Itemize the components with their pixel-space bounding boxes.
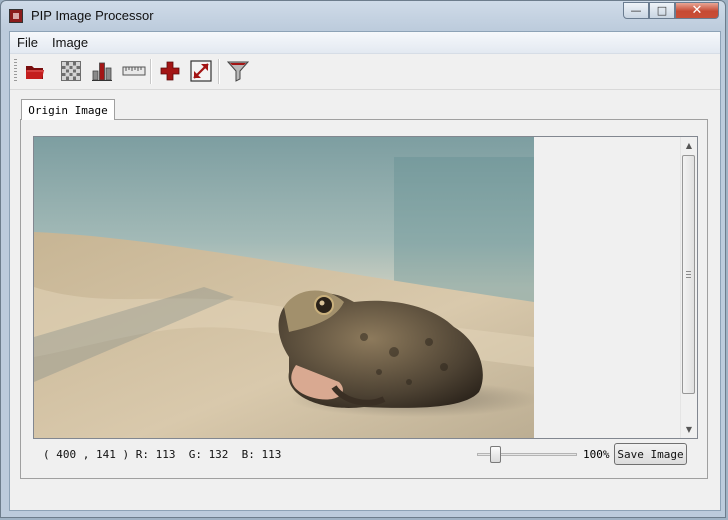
filter-icon [226,61,250,82]
mosaic-button[interactable] [59,59,83,83]
resize-icon [190,60,212,82]
image-canvas[interactable] [34,137,534,438]
vertical-scrollbar[interactable]: ▲ ▼ [680,137,697,438]
toolbar-separator [150,59,152,84]
client-area: File Image Origin Image ▲ ▼ (400 , 141 … [9,31,721,511]
toolbar-grip[interactable] [14,59,17,83]
window-controls: — □ ✕ [623,2,719,20]
open-folder-button[interactable] [23,59,47,83]
menu-image[interactable]: Image [52,35,88,50]
image-viewport[interactable]: ▲ ▼ [33,136,698,439]
zoom-slider[interactable] [477,444,577,464]
filter-button[interactable] [226,59,250,83]
app-icon [9,9,23,23]
zoom-label: 100% [583,448,610,461]
scroll-down-button[interactable]: ▼ [681,421,697,437]
add-button[interactable] [158,59,182,83]
resize-button[interactable] [189,59,213,83]
tab-pane: ▲ ▼ ( 400 , 141 ) R: 113 G: 132 B: 113 1… [20,119,708,479]
window-title: PIP Image Processor [31,8,154,23]
save-image-button[interactable]: Save Image [614,443,687,465]
scrollbar-thumb[interactable] [682,155,695,394]
ruler-icon [122,66,146,76]
mosaic-grid-icon [61,61,81,81]
zoom-slider-thumb[interactable] [490,446,501,463]
toolbar-separator [218,59,220,84]
open-folder-icon [26,66,44,79]
tab-origin-image[interactable]: Origin Image [21,99,115,120]
menu-bar: File Image [10,32,720,54]
histogram-button[interactable] [90,59,114,83]
maximize-button[interactable]: □ [649,2,675,19]
title-bar[interactable]: PIP Image Processor — □ ✕ [1,1,725,31]
add-icon [160,61,180,81]
pixel-info-status: ( 400 , 141 ) R: 113 G: 132 B: 113 [43,448,282,461]
scroll-up-button[interactable]: ▲ [681,137,697,153]
menu-file[interactable]: File [17,35,38,50]
minimize-button[interactable]: — [623,2,649,19]
close-button[interactable]: ✕ [675,2,719,19]
app-window: PIP Image Processor — □ ✕ File Image Ori… [0,0,726,518]
toolbar [10,54,720,90]
histogram-icon [92,62,112,81]
ruler-button[interactable] [122,59,146,83]
scrollbar-grip [686,271,691,278]
